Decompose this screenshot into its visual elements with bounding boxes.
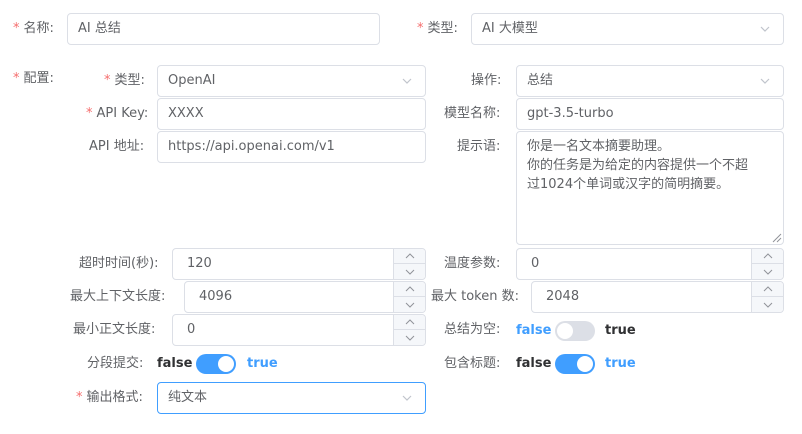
- chevron-down-icon: [405, 335, 414, 341]
- switch-knob: [557, 323, 573, 339]
- type-select[interactable]: AI 大模型: [471, 13, 784, 45]
- segment-submit-switch[interactable]: [196, 354, 236, 374]
- include-title-true-text[interactable]: true: [605, 353, 636, 375]
- chevron-up-icon: [405, 286, 414, 292]
- max-context-increase-button[interactable]: [394, 282, 425, 297]
- prompt-line: 你是一名文本摘要助理。: [527, 139, 671, 154]
- type-label: * 类型:: [417, 13, 458, 45]
- timeout-number-input[interactable]: 120: [172, 248, 426, 280]
- output-format-select-value: 纯文本: [168, 390, 208, 405]
- name-input[interactable]: AI 总结: [67, 13, 380, 45]
- required-mark: *: [13, 71, 20, 86]
- output-format-select[interactable]: 纯文本: [157, 382, 426, 414]
- min-content-number-input[interactable]: 0: [172, 314, 426, 346]
- type-select-value: AI 大模型: [482, 21, 538, 36]
- api-url-input[interactable]: https://api.openai.com/v1: [157, 131, 426, 163]
- operation-label: 操作:: [471, 73, 502, 88]
- chevron-down-icon: [760, 26, 770, 32]
- chevron-down-icon: [760, 78, 770, 84]
- temperature-decrease-button[interactable]: [752, 264, 783, 279]
- temperature-label: 温度参数:: [444, 256, 501, 271]
- config-label: * 配置:: [13, 63, 54, 95]
- segment-submit-label: 分段提交:: [87, 356, 144, 371]
- min-content-decrease-button[interactable]: [394, 330, 425, 345]
- provider-select[interactable]: OpenAI: [157, 65, 426, 97]
- max-tokens-label: 最大 token 数:: [431, 289, 519, 304]
- empty-summary-true-text[interactable]: true: [605, 320, 636, 342]
- api-key-label: * API Key:: [86, 98, 148, 130]
- name-label: * 名称:: [13, 13, 54, 45]
- include-title-false-text[interactable]: false: [516, 353, 551, 375]
- operation-select[interactable]: 总结: [516, 65, 784, 97]
- timeout-increase-button[interactable]: [394, 249, 425, 264]
- chevron-up-icon: [763, 286, 772, 292]
- operation-select-value: 总结: [527, 73, 554, 88]
- temperature-number-input[interactable]: 0: [516, 248, 784, 280]
- timeout-decrease-button[interactable]: [394, 264, 425, 279]
- segment-submit-false-text[interactable]: false: [157, 353, 192, 375]
- temperature-increase-button[interactable]: [752, 249, 783, 264]
- provider-label-text: 类型:: [114, 73, 145, 88]
- provider-select-value: OpenAI: [168, 73, 216, 88]
- prompt-line: 你的任务是为给定的内容提供一个不超: [527, 158, 749, 173]
- required-mark: *: [104, 73, 111, 88]
- api-key-label-text: API Key:: [96, 106, 149, 121]
- chevron-down-icon: [405, 269, 414, 275]
- timeout-value: 120: [187, 256, 212, 271]
- min-content-increase-button[interactable]: [394, 315, 425, 330]
- include-title-switch[interactable]: [555, 354, 595, 374]
- required-mark: *: [76, 390, 83, 405]
- chevron-up-icon: [763, 253, 772, 259]
- min-content-label: 最小正文长度:: [73, 322, 156, 337]
- empty-summary-switch[interactable]: [555, 321, 595, 341]
- required-mark: *: [417, 21, 424, 36]
- config-label-text: 配置:: [23, 71, 54, 86]
- empty-summary-label: 总结为空:: [444, 322, 501, 337]
- required-mark: *: [13, 21, 20, 36]
- chevron-down-icon: [763, 302, 772, 308]
- type-label-text: 类型:: [427, 21, 458, 36]
- switch-knob: [577, 356, 593, 372]
- chevron-down-icon: [402, 395, 412, 401]
- prompt-line: 过1024个单词或汉字的简明摘要。: [527, 177, 730, 192]
- temperature-value: 0: [531, 256, 540, 271]
- model-input[interactable]: gpt-3.5-turbo: [516, 98, 784, 130]
- resize-handle-icon[interactable]: [772, 233, 782, 243]
- prompt-label: 提示语:: [457, 139, 501, 154]
- output-format-label: * 输出格式:: [76, 382, 143, 414]
- chevron-down-icon: [763, 269, 772, 275]
- min-content-value: 0: [187, 322, 196, 337]
- api-url-label: API 地址:: [89, 139, 145, 154]
- required-mark: *: [86, 106, 93, 121]
- max-context-label: 最大上下文长度:: [70, 289, 166, 304]
- switch-knob: [218, 356, 234, 372]
- empty-summary-false-text[interactable]: false: [516, 320, 551, 342]
- api-key-input[interactable]: XXXX: [157, 98, 426, 130]
- provider-label: * 类型:: [104, 65, 145, 97]
- max-context-number-input[interactable]: 4096: [184, 281, 426, 313]
- max-tokens-number-input[interactable]: 2048: [531, 281, 784, 313]
- chevron-down-icon: [402, 78, 412, 84]
- max-tokens-value: 2048: [546, 289, 580, 304]
- max-context-decrease-button[interactable]: [394, 297, 425, 312]
- chevron-up-icon: [405, 253, 414, 259]
- max-context-value: 4096: [199, 289, 233, 304]
- output-format-label-text: 输出格式:: [86, 390, 143, 405]
- chevron-up-icon: [405, 319, 414, 325]
- timeout-label: 超时时间(秒):: [79, 256, 159, 271]
- max-tokens-increase-button[interactable]: [752, 282, 783, 297]
- chevron-down-icon: [405, 302, 414, 308]
- model-label: 模型名称:: [444, 106, 501, 121]
- max-tokens-decrease-button[interactable]: [752, 297, 783, 312]
- name-label-text: 名称:: [23, 21, 54, 36]
- include-title-label: 包含标题:: [444, 356, 501, 371]
- prompt-textarea[interactable]: 你是一名文本摘要助理。 你的任务是为给定的内容提供一个不超 过1024个单词或汉…: [516, 131, 784, 245]
- segment-submit-true-text[interactable]: true: [247, 353, 278, 375]
